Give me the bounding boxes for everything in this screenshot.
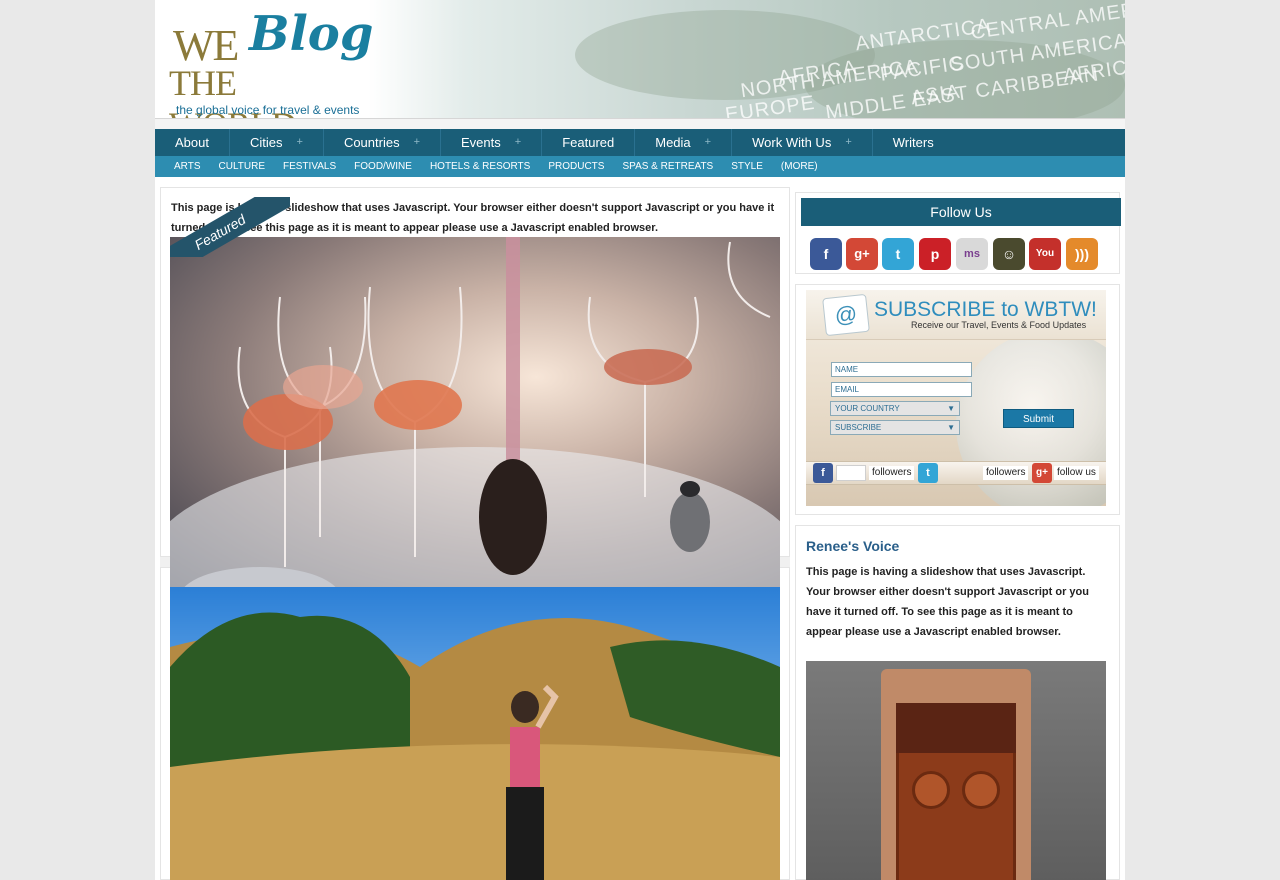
subscribe-subline: Receive our Travel, Events & Food Update… [911,320,1087,330]
submit-button[interactable]: Submit [1003,409,1074,428]
follow-us-link[interactable]: follow us [1054,466,1099,480]
nav-item-work-with-us[interactable]: Work With Us + [732,128,872,156]
site-tagline: the global voice for travel & events [176,103,360,117]
page-wrapper: AFRICA ANTARCTICA CENTRAL AMERICA NORTH … [155,0,1125,880]
expand-icon: + [413,136,421,148]
nav-item-events[interactable]: Events + [441,128,541,156]
slideshow-photo-wine[interactable] [170,237,780,587]
door-rosette [912,771,950,809]
facebook-followers-label: followers [869,466,915,480]
main-nav: About Cities + Countries + Events + Feature… [155,128,1125,156]
country-select[interactable]: YOUR COUNTRY ▼ [830,401,960,416]
stumble-icon[interactable]: ☺ [993,238,1025,270]
nav-item-cities[interactable]: Cities + [230,128,323,156]
subnav-item-style[interactable]: STYLE [722,161,772,172]
expand-icon: + [845,136,852,148]
facebook-icon[interactable]: f [810,238,842,270]
subnav-item-festivals[interactable]: FESTIVALS [274,161,345,172]
twitter-icon[interactable]: t [918,463,938,483]
follow-us-widget: Follow Us f g+ t p ms ☺ You ))) [795,192,1121,274]
chevron-down-icon: ▼ [947,404,955,413]
subscribe-select[interactable]: SUBSCRIBE ▼ [830,420,960,435]
door-photo[interactable] [806,661,1106,880]
nav-label: Work With Us [752,134,832,150]
subnav-item-culture[interactable]: CULTURE [210,161,274,172]
pinterest-icon[interactable]: p [919,238,951,270]
nav-label: Countries [343,134,400,150]
email-field[interactable]: EMAIL [831,382,972,397]
follow-us-title: Follow Us [801,198,1121,226]
nav-label: Writers [892,134,934,150]
country-select-label: YOUR COUNTRY [835,404,900,413]
renees-voice-widget: Renee's Voice This page is having a slid… [795,525,1120,880]
subnav-item-hotels-resorts[interactable]: HOTELS & RESORTS [421,161,539,172]
nav-item-writers[interactable]: Writers [873,128,954,156]
featured-ribbon: Featured [170,197,290,257]
expand-icon: + [296,136,303,148]
google-plus-icon[interactable]: g+ [846,238,878,270]
google-plus-icon[interactable]: g+ [1032,463,1052,483]
nav-label: Events [461,134,501,150]
nav-label: Cities [249,134,283,150]
nav-label: About [175,134,209,150]
subscribe-header: @ SUBSCRIBE to WBTW! Receive our Travel,… [806,290,1106,340]
nav-item-featured[interactable]: Featured [542,128,634,156]
site-logo[interactable]: WE Blog THE WORLD the global voice for t… [167,6,373,118]
subnav-item-spas-retreats[interactable]: SPAS & RETREATS [613,161,722,172]
name-field[interactable]: NAME [831,362,972,377]
renees-voice-title: Renee's Voice [806,538,900,554]
door-window [896,703,1016,753]
nav-item-countries[interactable]: Countries + [324,128,440,156]
subnav-item-food-wine[interactable]: FOOD/WINE [345,161,421,172]
javascript-notice: This page is having a slideshow that use… [806,566,1089,638]
hiker-image [170,612,780,880]
facebook-count [836,465,866,481]
door-rosette [962,771,1000,809]
email-at-icon: @ [822,293,870,337]
rss-icon[interactable]: ))) [1066,238,1098,270]
slideshow-photo-hike[interactable] [170,587,780,880]
chevron-down-icon: ▼ [947,423,955,432]
ms-photo-icon[interactable]: ms [956,238,988,270]
nav-label: Featured [562,134,615,150]
expand-icon: + [704,136,712,148]
subnav-item-arts[interactable]: ARTS [165,161,210,172]
youtube-icon[interactable]: You [1029,238,1061,270]
wine-glasses-image [170,237,780,587]
expand-icon: + [514,136,522,148]
subscribe-widget: @ SUBSCRIBE to WBTW! Receive our Travel,… [795,284,1120,515]
subscribe-select-label: SUBSCRIBE [835,423,882,432]
category-nav: ARTS CULTURE FESTIVALS FOOD/WINE HOTELS … [155,156,1125,177]
nav-item-about[interactable]: About [155,128,229,156]
facebook-icon[interactable]: f [813,463,833,483]
logo-blog: Blog [249,6,374,62]
subnav-item-products[interactable]: PRODUCTS [539,161,613,172]
twitter-followers-label: followers [983,466,1029,480]
nav-item-media[interactable]: Media + [635,128,731,156]
nav-label: Media [655,134,691,150]
site-header: AFRICA ANTARCTICA CENTRAL AMERICA NORTH … [155,0,1125,118]
twitter-icon[interactable]: t [882,238,914,270]
featured-ribbon-label: Featured [170,197,290,257]
subscribe-panel: @ SUBSCRIBE to WBTW! Receive our Travel,… [806,290,1106,506]
followers-bar: f followers t followers g+ follow us [806,461,1106,485]
subnav-item-more[interactable]: (MORE) [772,161,827,172]
subscribe-headline: SUBSCRIBE to WBTW! [874,298,1097,321]
